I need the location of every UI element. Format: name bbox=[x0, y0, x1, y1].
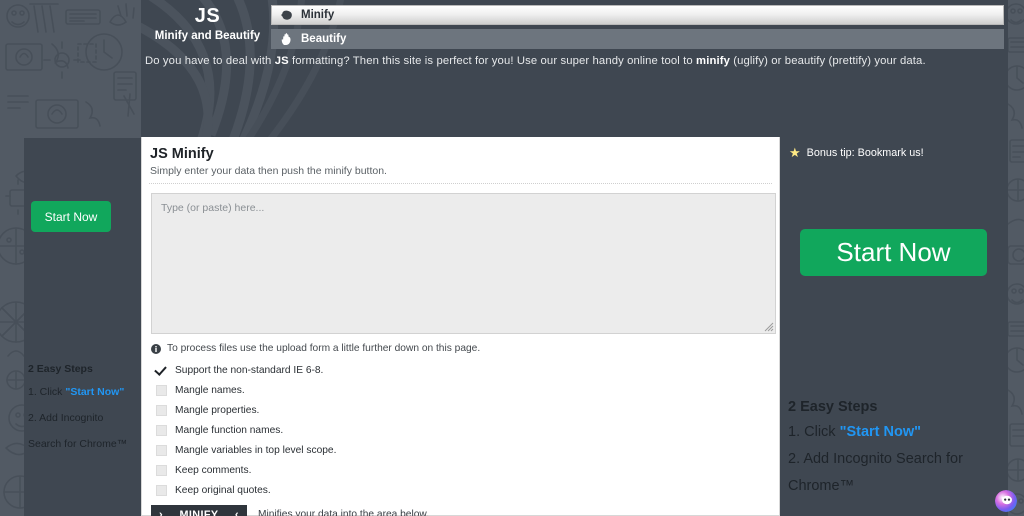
easy-steps-large: 2 Easy Steps 1. Click "Start Now" 2. Add… bbox=[788, 395, 993, 500]
options-list: Support the non-standard IE 6-8. Mangle … bbox=[151, 360, 772, 500]
step-1: 1. Click "Start Now" bbox=[788, 419, 993, 446]
tab-beautify[interactable]: Beautify bbox=[271, 29, 1004, 49]
chevron-right-icon: › bbox=[159, 509, 163, 516]
upload-note-text: To process files use the upload form a l… bbox=[167, 343, 480, 354]
page-title: JS Minify bbox=[149, 145, 772, 163]
step-2-line-1: 2. Add Incognito bbox=[28, 405, 140, 431]
checkbox-ie-support[interactable] bbox=[156, 365, 167, 376]
tagline-js: JS bbox=[275, 55, 289, 67]
option-label: Mangle variables in top level scope. bbox=[175, 445, 336, 456]
textarea-placeholder: Type (or paste) here... bbox=[161, 202, 264, 214]
step-1: 1. Click "Start Now" bbox=[28, 379, 140, 405]
option-label: Keep original quotes. bbox=[175, 485, 271, 496]
input-textarea[interactable]: Type (or paste) here... bbox=[151, 193, 776, 334]
option-row[interactable]: Keep original quotes. bbox=[151, 480, 772, 500]
tagline-part-1: Do you have to deal with bbox=[145, 55, 275, 67]
tagline-part-3: (uglify) or beautify (prettify) your dat… bbox=[730, 55, 926, 67]
step-2-line-2: Search for Chrome™ bbox=[28, 431, 140, 457]
steps-title: 2 Easy Steps bbox=[28, 360, 140, 379]
checkbox-mangle-function-names[interactable] bbox=[156, 425, 167, 436]
tagline-part-2: formatting? Then this site is perfect fo… bbox=[289, 55, 696, 67]
step-2-line-1: 2. Add Incognito Search for bbox=[788, 446, 993, 473]
step-2-line-2: Chrome™ bbox=[788, 473, 993, 500]
resize-grip-icon[interactable] bbox=[763, 321, 774, 332]
left-ad-panel: Start Now 2 Easy Steps 1. Click "Start N… bbox=[24, 138, 141, 516]
step-1-highlight: "Start Now" bbox=[65, 386, 124, 398]
checkbox-mangle-names[interactable] bbox=[156, 385, 167, 396]
option-row[interactable]: Mangle variables in top level scope. bbox=[151, 440, 772, 460]
card-subtitle: Simply enter your data then push the min… bbox=[149, 163, 772, 184]
easy-steps-small: 2 Easy Steps 1. Click "Start Now" 2. Add… bbox=[28, 360, 140, 457]
star-icon: ★ bbox=[789, 146, 801, 159]
option-label: Mangle names. bbox=[175, 385, 245, 396]
option-row[interactable]: Mangle function names. bbox=[151, 420, 772, 440]
doodle-background-right bbox=[1008, 0, 1024, 516]
brand-subtitle: Minify and Beautify bbox=[145, 28, 270, 44]
step-1-prefix: 1. Click bbox=[28, 386, 65, 398]
tab-beautify-label: Beautify bbox=[301, 33, 346, 45]
option-label: Support the non-standard IE 6-8. bbox=[175, 365, 323, 376]
option-label: Mangle function names. bbox=[175, 425, 283, 436]
chevron-left-icon: ‹ bbox=[235, 509, 239, 516]
checkbox-mangle-top-level-vars[interactable] bbox=[156, 445, 167, 456]
option-row[interactable]: Mangle names. bbox=[151, 380, 772, 400]
checkbox-keep-original-quotes[interactable] bbox=[156, 485, 167, 496]
tagline-minify: minify bbox=[696, 55, 730, 67]
option-row[interactable]: Mangle properties. bbox=[151, 400, 772, 420]
option-label: Mangle properties. bbox=[175, 405, 259, 416]
brand-logo: JS Minify and Beautify bbox=[145, 4, 270, 44]
step-1-highlight: "Start Now" bbox=[840, 424, 921, 440]
hand-fist-icon bbox=[280, 8, 294, 22]
option-row[interactable]: Keep comments. bbox=[151, 460, 772, 480]
info-icon bbox=[151, 344, 161, 354]
chat-widget-icon[interactable] bbox=[995, 490, 1017, 512]
tab-minify-label: Minify bbox=[301, 9, 334, 21]
start-now-label: Start Now bbox=[836, 237, 950, 268]
steps-title: 2 Easy Steps bbox=[788, 395, 993, 419]
site-tagline: Do you have to deal with JS formatting? … bbox=[145, 55, 926, 67]
option-row[interactable]: Support the non-standard IE 6-8. bbox=[151, 360, 772, 380]
right-ad-panel: ★ Bonus tip: Bookmark us! Start Now 2 Ea… bbox=[780, 137, 1008, 516]
upload-note: To process files use the upload form a l… bbox=[151, 343, 772, 354]
step-1-prefix: 1. Click bbox=[788, 424, 840, 440]
checkbox-keep-comments[interactable] bbox=[156, 465, 167, 476]
brand-title: JS bbox=[145, 4, 270, 28]
js-minify-card: JS Minify Simply enter your data then pu… bbox=[141, 137, 780, 516]
site-header: JS Minify and Beautify Minify bbox=[141, 0, 1008, 137]
minify-button[interactable]: › MINIFY ‹ bbox=[151, 505, 247, 516]
start-now-label: Start Now bbox=[45, 210, 98, 224]
tab-bar: Minify Beautify bbox=[271, 5, 1004, 53]
minify-hint: Minifies your data into the area below. bbox=[258, 509, 429, 516]
checkbox-mangle-properties[interactable] bbox=[156, 405, 167, 416]
start-now-button-small[interactable]: Start Now bbox=[31, 201, 111, 232]
hand-open-icon bbox=[280, 32, 294, 46]
action-row: › MINIFY ‹ Minifies your data into the a… bbox=[151, 505, 772, 516]
bonus-tip: ★ Bonus tip: Bookmark us! bbox=[789, 146, 1008, 159]
start-now-button-large[interactable]: Start Now bbox=[800, 229, 987, 276]
bonus-tip-text: Bonus tip: Bookmark us! bbox=[807, 147, 924, 159]
page-root: JS Minify and Beautify Minify bbox=[0, 0, 1024, 516]
option-label: Keep comments. bbox=[175, 465, 251, 476]
minify-button-label: MINIFY bbox=[180, 509, 219, 516]
tab-minify[interactable]: Minify bbox=[271, 5, 1004, 25]
